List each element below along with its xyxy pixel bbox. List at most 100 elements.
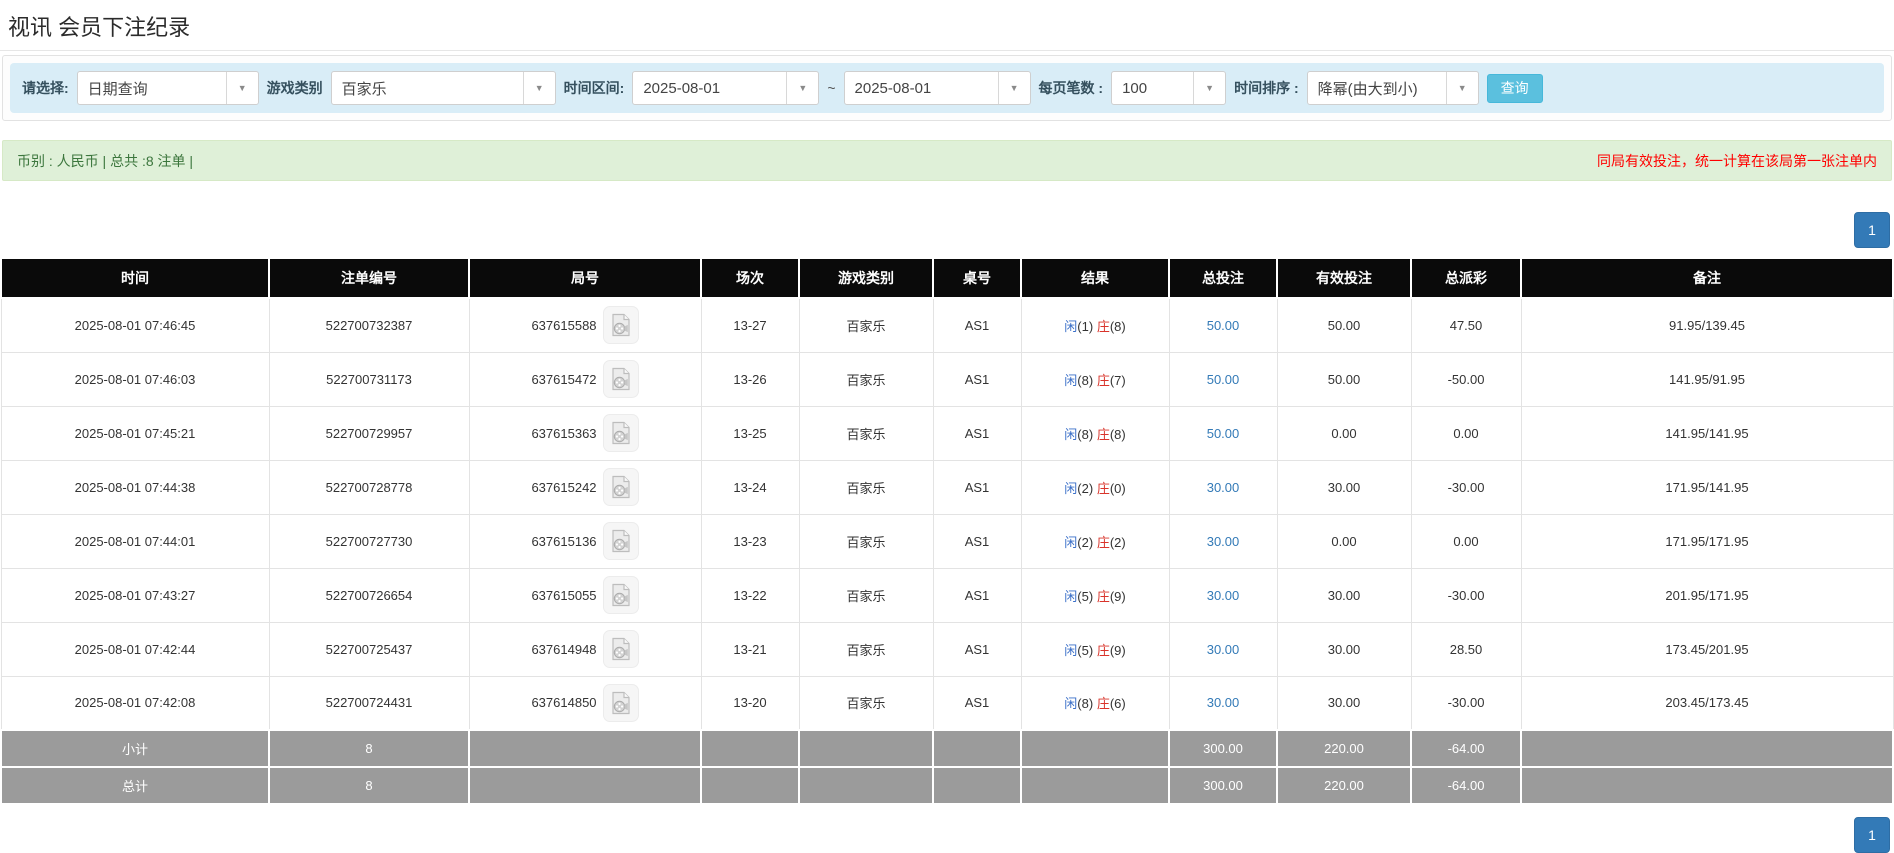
video-replay-button[interactable] [603, 414, 639, 452]
player-count: (2) [1077, 481, 1093, 496]
total-bet-cell: 30.00 [1169, 568, 1277, 622]
total-bet-link[interactable]: 30.00 [1207, 480, 1240, 495]
query-type-label: 请选择: [22, 78, 69, 98]
round-number: 637615472 [531, 372, 596, 387]
search-button[interactable]: 查询 [1487, 74, 1543, 103]
player-count: (5) [1077, 643, 1093, 658]
result-cell: 闲(2) 庄(2) [1021, 514, 1169, 568]
subtotal-empty-cell [469, 730, 701, 767]
table-number-cell: AS1 [933, 568, 1021, 622]
chevron-down-icon: ▼ [1446, 72, 1478, 104]
video-replay-button[interactable] [603, 306, 639, 344]
time-cell: 2025-08-01 07:44:01 [1, 514, 269, 568]
page-1-button[interactable]: 1 [1854, 817, 1890, 853]
video-replay-button[interactable] [603, 360, 639, 398]
remark-cell: 171.95/141.95 [1521, 460, 1893, 514]
page-size-select[interactable]: 100 ▼ [1111, 71, 1226, 105]
total-row: 总计8300.00220.00-64.00 [1, 767, 1893, 804]
round-number-wrap: 637615055 [531, 576, 638, 614]
total-bet-link[interactable]: 50.00 [1207, 426, 1240, 441]
subtotal-total-bet: 300.00 [1169, 730, 1277, 767]
payout-cell: -30.00 [1411, 676, 1521, 730]
total-bet-link[interactable]: 30.00 [1207, 642, 1240, 657]
valid-bet-cell: 0.00 [1277, 514, 1411, 568]
round-number-wrap: 637614850 [531, 684, 638, 722]
bet-number-cell: 522700728778 [269, 460, 469, 514]
total-bet-link[interactable]: 30.00 [1207, 534, 1240, 549]
valid-bet-cell: 30.00 [1277, 622, 1411, 676]
page-1-button[interactable]: 1 [1854, 212, 1890, 248]
banker-result: 庄 [1097, 535, 1110, 550]
round-number-wrap: 637615363 [531, 414, 638, 452]
game-category-cell: 百家乐 [799, 514, 933, 568]
currency-total-text: 币别 : 人民币 | 总共 :8 注单 | [17, 151, 193, 171]
round-number: 637614850 [531, 695, 596, 710]
total-bet-link[interactable]: 30.00 [1207, 588, 1240, 603]
result-cell: 闲(8) 庄(6) [1021, 676, 1169, 730]
date-from-value: 2025-08-01 [633, 72, 786, 104]
player-result: 闲 [1064, 427, 1077, 442]
total-bet-link[interactable]: 50.00 [1207, 318, 1240, 333]
banker-count: (8) [1110, 427, 1126, 442]
total-bet-link[interactable]: 30.00 [1207, 695, 1240, 710]
table-row: 2025-08-01 07:42:44522700725437637614948… [1, 622, 1893, 676]
table-row: 2025-08-01 07:44:01522700727730637615136… [1, 514, 1893, 568]
result-cell: 闲(8) 庄(7) [1021, 352, 1169, 406]
game-category-select[interactable]: 百家乐 ▼ [331, 71, 556, 105]
film-document-icon [610, 637, 632, 661]
session-cell: 13-24 [701, 460, 799, 514]
total-empty-cell [933, 767, 1021, 804]
round-number: 637615136 [531, 534, 596, 549]
table-row: 2025-08-01 07:44:38522700728778637615242… [1, 460, 1893, 514]
film-document-icon [610, 529, 632, 553]
table-number-cell: AS1 [933, 298, 1021, 352]
total-bet-cell: 50.00 [1169, 298, 1277, 352]
bet-number-cell: 522700726654 [269, 568, 469, 622]
total-valid-bet: 220.00 [1277, 767, 1411, 804]
banker-count: (7) [1110, 373, 1126, 388]
round-number: 637615588 [531, 318, 596, 333]
time-cell: 2025-08-01 07:46:45 [1, 298, 269, 352]
video-replay-button[interactable] [603, 576, 639, 614]
remark-cell: 173.45/201.95 [1521, 622, 1893, 676]
date-to-select[interactable]: 2025-08-01 ▼ [844, 71, 1031, 105]
subtotal-valid-bet: 220.00 [1277, 730, 1411, 767]
time-sort-label: 时间排序 : [1234, 78, 1299, 98]
total-bet-cell: 30.00 [1169, 460, 1277, 514]
remark-cell: 171.95/171.95 [1521, 514, 1893, 568]
total-count: 8 [269, 767, 469, 804]
total-bet-cell: 30.00 [1169, 514, 1277, 568]
video-replay-button[interactable] [603, 684, 639, 722]
page-title: 视讯 会员下注纪录 [0, 0, 1894, 51]
payout-cell: -50.00 [1411, 352, 1521, 406]
chevron-down-icon: ▼ [1193, 72, 1225, 104]
video-replay-button[interactable] [603, 630, 639, 668]
date-from-select[interactable]: 2025-08-01 ▼ [632, 71, 819, 105]
payout-cell: -30.00 [1411, 568, 1521, 622]
game-category-cell: 百家乐 [799, 622, 933, 676]
pagination-top: 1 [0, 181, 1894, 257]
bet-number-cell: 522700724431 [269, 676, 469, 730]
game-category-cell: 百家乐 [799, 352, 933, 406]
video-replay-button[interactable] [603, 522, 639, 560]
player-result: 闲 [1064, 535, 1077, 550]
time-sort-select[interactable]: 降幂(由大到小) ▼ [1307, 71, 1479, 105]
valid-bet-cell: 50.00 [1277, 352, 1411, 406]
valid-bet-cell: 0.00 [1277, 406, 1411, 460]
total-label: 总计 [1, 767, 269, 804]
banker-result: 庄 [1097, 643, 1110, 658]
film-document-icon [610, 421, 632, 445]
table-row: 2025-08-01 07:46:45522700732387637615588… [1, 298, 1893, 352]
total-bet-link[interactable]: 50.00 [1207, 372, 1240, 387]
session-cell: 13-25 [701, 406, 799, 460]
player-result: 闲 [1064, 373, 1077, 388]
round-number-cell: 637614948 [469, 622, 701, 676]
game-category-value: 百家乐 [332, 72, 523, 104]
film-document-icon [610, 313, 632, 337]
query-type-select[interactable]: 日期查询 ▼ [77, 71, 259, 105]
column-header: 场次 [701, 258, 799, 298]
video-replay-button[interactable] [603, 468, 639, 506]
table-number-cell: AS1 [933, 460, 1021, 514]
result-cell: 闲(1) 庄(8) [1021, 298, 1169, 352]
page-size-value: 100 [1112, 72, 1193, 104]
